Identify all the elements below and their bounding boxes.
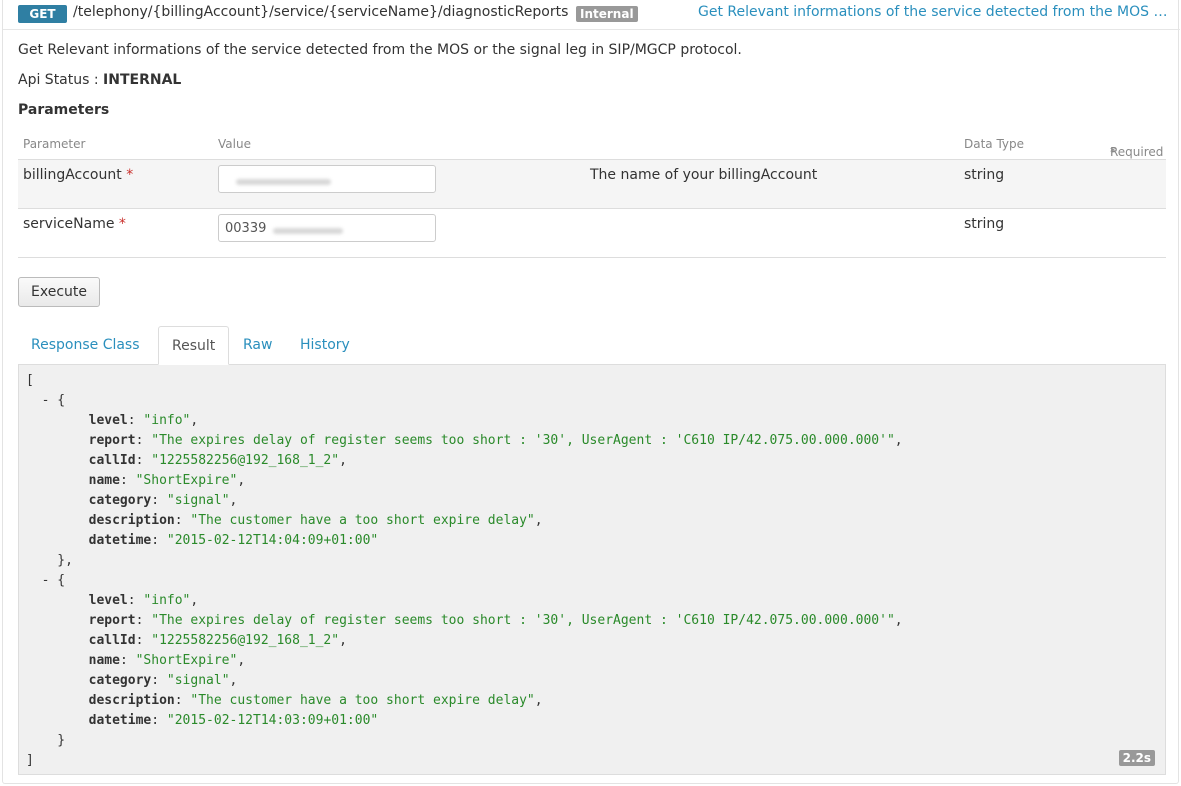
parameters-table-header: Parameter Value Data Type * Required [18,130,1166,160]
tab-raw[interactable]: Raw [230,326,285,364]
required-marker: * [126,167,134,183]
required-legend-text: Required [1110,145,1164,159]
item-description: "The customer have a too short expire de… [190,513,535,528]
required-marker: * [118,216,126,232]
item-datetime: "2015-02-12T14:03:09+01:00" [166,713,379,728]
redacted-value [273,228,343,234]
item-level: "info" [143,593,191,608]
item-category: "signal" [166,673,230,688]
execute-button[interactable]: Execute [18,277,100,307]
internal-badge: Internal [576,6,638,22]
parameter-row-servicename: serviceName * string [18,209,1166,258]
parameter-name: serviceName * [23,216,126,232]
response-tabs: Response Class Result Raw History [18,326,1166,365]
header-value: Value [218,137,251,151]
parameter-description: The name of your billingAccount [590,167,818,183]
parameter-name: billingAccount * [23,167,133,183]
item-name: "ShortExpire" [135,653,238,668]
json-close-bracket: ] [26,753,34,768]
result-panel[interactable]: [ - { level: "info", report: "The expire… [18,365,1166,775]
endpoint-path[interactable]: /telephony/{billingAccount}/service/{ser… [73,4,568,20]
parameter-row-billingaccount: billingAccount * The name of your billin… [18,160,1166,209]
item-report: "The expires delay of register seems too… [151,433,895,448]
header-data-type: Data Type [964,137,1025,151]
item-report: "The expires delay of register seems too… [151,613,895,628]
operation-panel: GET /telephony/{billingAccount}/service/… [2,0,1180,784]
operation-description: Get Relevant informations of the service… [18,42,742,58]
parameter-name-text: billingAccount [23,167,122,183]
json-open-bracket: [ [26,373,34,388]
parameters-table: Parameter Value Data Type * Required bil… [18,130,1166,258]
operation-summary-link[interactable]: Get Relevant informations of the service… [698,4,1168,20]
http-method-badge: GET [18,5,67,23]
operation-header[interactable]: GET /telephony/{billingAccount}/service/… [3,0,1180,30]
tab-response-class[interactable]: Response Class [18,326,153,364]
api-status-label: Api Status : [18,72,104,88]
parameter-data-type: string [964,167,1005,183]
elapsed-time-badge: 2.2s [1118,750,1155,766]
item-callid: "1225582256@192_168_1_2" [151,453,340,468]
item-level: "info" [143,413,191,428]
parameters-title: Parameters [18,102,110,118]
item-datetime: "2015-02-12T14:04:09+01:00" [166,533,379,548]
parameter-data-type: string [964,216,1005,232]
tab-result[interactable]: Result [158,326,230,365]
item-callid: "1225582256@192_168_1_2" [151,633,340,648]
header-parameter: Parameter [23,137,86,151]
item-name: "ShortExpire" [135,473,238,488]
item-description: "The customer have a too short expire de… [190,693,535,708]
tab-history[interactable]: History [287,326,363,364]
api-status-value: INTERNAL [103,72,182,88]
parameter-name-text: serviceName [23,216,115,232]
redacted-value [236,179,331,185]
item-category: "signal" [166,493,230,508]
api-status: Api Status : INTERNAL [18,72,181,88]
result-json: [ - { level: "info", report: "The expire… [26,373,903,768]
